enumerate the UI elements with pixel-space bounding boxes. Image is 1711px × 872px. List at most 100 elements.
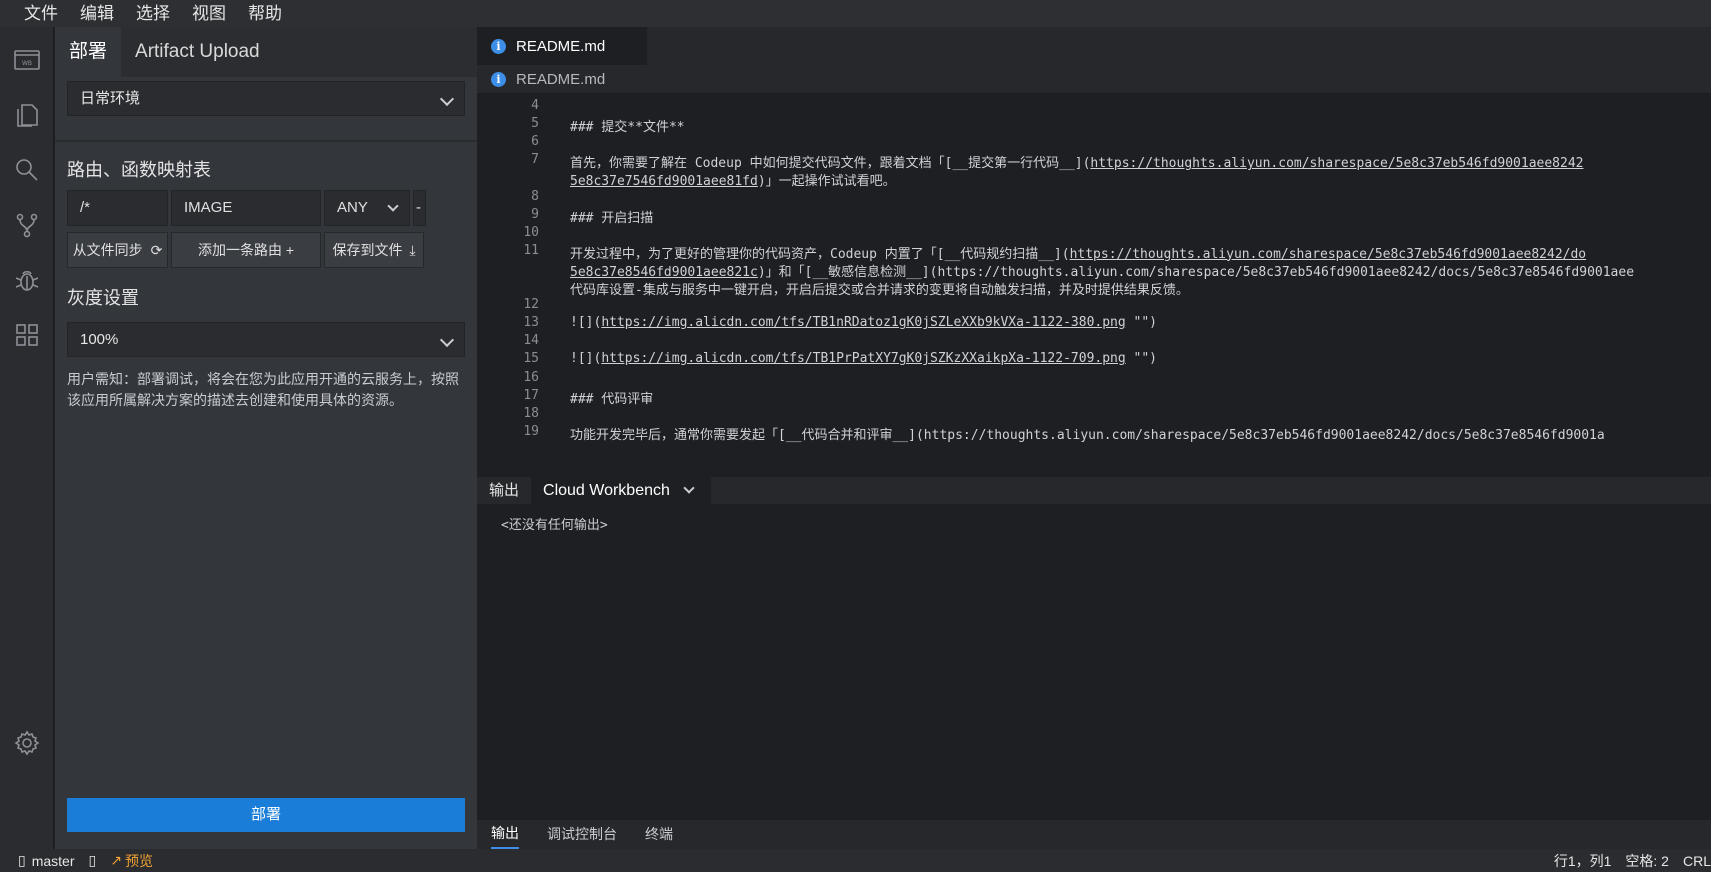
extensions-icon[interactable] [12, 320, 42, 350]
tab-artifact-upload[interactable]: Artifact Upload [121, 27, 274, 77]
code-line: 开发过程中，为了更好的管理你的代码资产，Codeup 内置了「[__代码规约扫描… [570, 246, 1587, 262]
route-method-select[interactable]: ANY [324, 190, 410, 226]
line-number: 7 [531, 152, 539, 168]
chevron-down-icon [683, 482, 695, 494]
sync-status-icon[interactable]: ▯ [89, 852, 97, 869]
editor: i README.md i README.md 4 5 ### 提交**文件** 6 7… [477, 27, 1711, 477]
tab-readme[interactable]: i README.md [477, 27, 647, 65]
output-channel-select[interactable]: Cloud Workbench [531, 477, 712, 504]
code-line: 代码库设置-集成与服务中一键开启，开启后提交或合并请求的变更将自动触发扫描，并及… [570, 283, 1189, 298]
code-line: 功能开发完毕后，通常你需要发起「[__代码合并和评审__](https://th… [570, 427, 1605, 443]
files-icon[interactable] [12, 100, 42, 130]
breadcrumb[interactable]: i README.md [477, 65, 1711, 94]
info-icon: i [491, 71, 506, 87]
breadcrumb-file: README.md [516, 70, 606, 88]
chevron-down-icon [439, 91, 455, 107]
source-control-icon[interactable] [12, 210, 42, 240]
output-header: 输出 Cloud Workbench [477, 477, 1711, 504]
gray-release-heading: 灰度设置 [67, 288, 139, 308]
menu-edit[interactable]: 编辑 [80, 0, 114, 27]
line-number: 5 [531, 116, 539, 132]
info-icon: i [491, 39, 506, 54]
code-line: ### 代码评审 [570, 391, 654, 407]
line-number: 9 [531, 206, 539, 222]
deploy-button[interactable]: 部署 [67, 798, 465, 832]
code-line: 首先，你需要了解在 Codeup 中如何提交代码文件，跟着文档「[__提交第一行… [570, 156, 1584, 172]
line-number: 16 [523, 369, 539, 385]
indentation[interactable]: 空格: 2 [1625, 851, 1669, 871]
preview-label: 预览 [124, 852, 153, 869]
search-icon[interactable] [12, 155, 42, 185]
code-link[interactable]: https://thoughts.aliyun.com/sharespace/5… [1090, 156, 1583, 171]
line-number: 15 [523, 351, 539, 367]
line-number: 11 [523, 242, 539, 258]
user-notice: 用户需知：部署调试，将会在您为此应用开通的云服务上，按照该应用所属解决方案的描述… [67, 371, 459, 408]
route-actions: 从文件同步 ⟳ 添加一条路由 + 保存到文件 ⤓ [67, 232, 465, 268]
menu-file[interactable]: 文件 [24, 0, 58, 27]
sync-from-file-button[interactable]: 从文件同步 ⟳ [67, 232, 168, 268]
menu-bar: 文件 编辑 选择 视图 帮助 [0, 0, 1711, 27]
add-route-button[interactable]: 添加一条路由 + [171, 232, 321, 268]
panel-tabs: 输出 调试控制台 终端 [477, 820, 1711, 849]
code-area[interactable]: 4 5 ### 提交**文件** 6 7 首先，你需要了解在 Codeup 中如何提交代码… [477, 94, 1711, 477]
editor-tab-bar: i README.md [477, 27, 1711, 65]
route-path-input[interactable]: /* [67, 190, 168, 226]
routes-heading: 路由、函数映射表 [67, 160, 211, 180]
output-panel: 输出 Cloud Workbench <还没有任何输出> [477, 477, 1711, 820]
end-of-line[interactable]: CRL [1683, 853, 1711, 869]
code-link[interactable]: https://img.alicdn.com/tfs/TB1nRDatoz1gK… [601, 315, 1125, 330]
workbench-icon[interactable]: WB [12, 45, 42, 75]
line-number: 18 [523, 405, 539, 421]
branch-indicator[interactable]: ▯ master [18, 852, 75, 869]
output-body: <还没有任何输出> [501, 518, 608, 533]
code-line: ### 开启扫描 [570, 210, 654, 226]
branch-name: master [31, 852, 75, 869]
side-panel-tabs: 部署 Artifact Upload [55, 27, 477, 77]
line-number: 4 [531, 98, 539, 113]
settings-icon[interactable] [12, 728, 42, 758]
line-number: 8 [531, 188, 539, 204]
tab-output[interactable]: 输出 [491, 820, 519, 849]
line-number: 6 [531, 134, 539, 150]
save-to-file-button[interactable]: 保存到文件 ⤓ [324, 232, 424, 268]
menu-help[interactable]: 帮助 [248, 0, 282, 27]
code-line: 5e8c37e8546fd9001aee821c)」和「[__敏感信息检测__]… [570, 264, 1635, 280]
code-line: ![](https://img.alicdn.com/tfs/TB1PrPatX… [570, 351, 1158, 367]
cursor-position[interactable]: 行1，列1 [1554, 851, 1612, 871]
tab-deploy[interactable]: 部署 [55, 27, 122, 77]
code-line: ### 提交**文件** [570, 120, 685, 136]
output-channel-value: Cloud Workbench [543, 481, 670, 499]
code-link[interactable]: 5e8c37e8546fd9001aee821c [570, 265, 758, 280]
code-link[interactable]: 5e8c37e7546fd9001aee81fd [570, 174, 758, 189]
line-number: 12 [523, 297, 539, 313]
line-number: 19 [523, 423, 539, 439]
branch-icon: ▯ [18, 852, 26, 868]
tab-terminal[interactable]: 终端 [645, 821, 673, 848]
chevron-down-icon [387, 200, 399, 212]
tab-debug-console[interactable]: 调试控制台 [547, 821, 617, 848]
debug-icon[interactable] [12, 265, 42, 295]
route-type-input[interactable]: IMAGE [171, 190, 321, 226]
remove-route-button[interactable]: - [413, 190, 426, 226]
divider [55, 140, 477, 142]
activity-bar: WB [0, 27, 54, 849]
gray-percent-select[interactable]: 100% [67, 322, 465, 357]
line-number: 10 [523, 224, 539, 240]
preview-link[interactable]: ↗ 预览 [110, 851, 153, 871]
code-link[interactable]: https://thoughts.aliyun.com/sharespace/5… [1070, 247, 1587, 262]
sync-label: 从文件同步 [72, 242, 143, 258]
tab-label: README.md [516, 38, 606, 55]
code-line: ![](https://img.alicdn.com/tfs/TB1nRDato… [570, 315, 1158, 331]
external-link-icon: ↗ [110, 852, 122, 868]
line-number: 14 [523, 333, 539, 349]
menu-selection[interactable]: 选择 [136, 0, 170, 27]
environment-select[interactable]: 日常环境 [67, 81, 465, 116]
status-bar: ▯ master ▯ ↗ 预览 行1，列1 空格: 2 CRL [0, 849, 1711, 872]
code-link[interactable]: https://img.alicdn.com/tfs/TB1PrPatXY7gK… [601, 351, 1125, 366]
route-method-value: ANY [337, 199, 368, 216]
gray-percent-value: 100% [80, 331, 119, 348]
menu-view[interactable]: 视图 [192, 0, 226, 27]
line-number: 17 [523, 387, 539, 403]
code-line: 5e8c37e7546fd9001aee81fd)」一起操作试试看吧。 [570, 174, 896, 190]
deploy-side-panel: 部署 Artifact Upload 日常环境 路由、函数映射表 /* IMAG… [55, 27, 477, 849]
